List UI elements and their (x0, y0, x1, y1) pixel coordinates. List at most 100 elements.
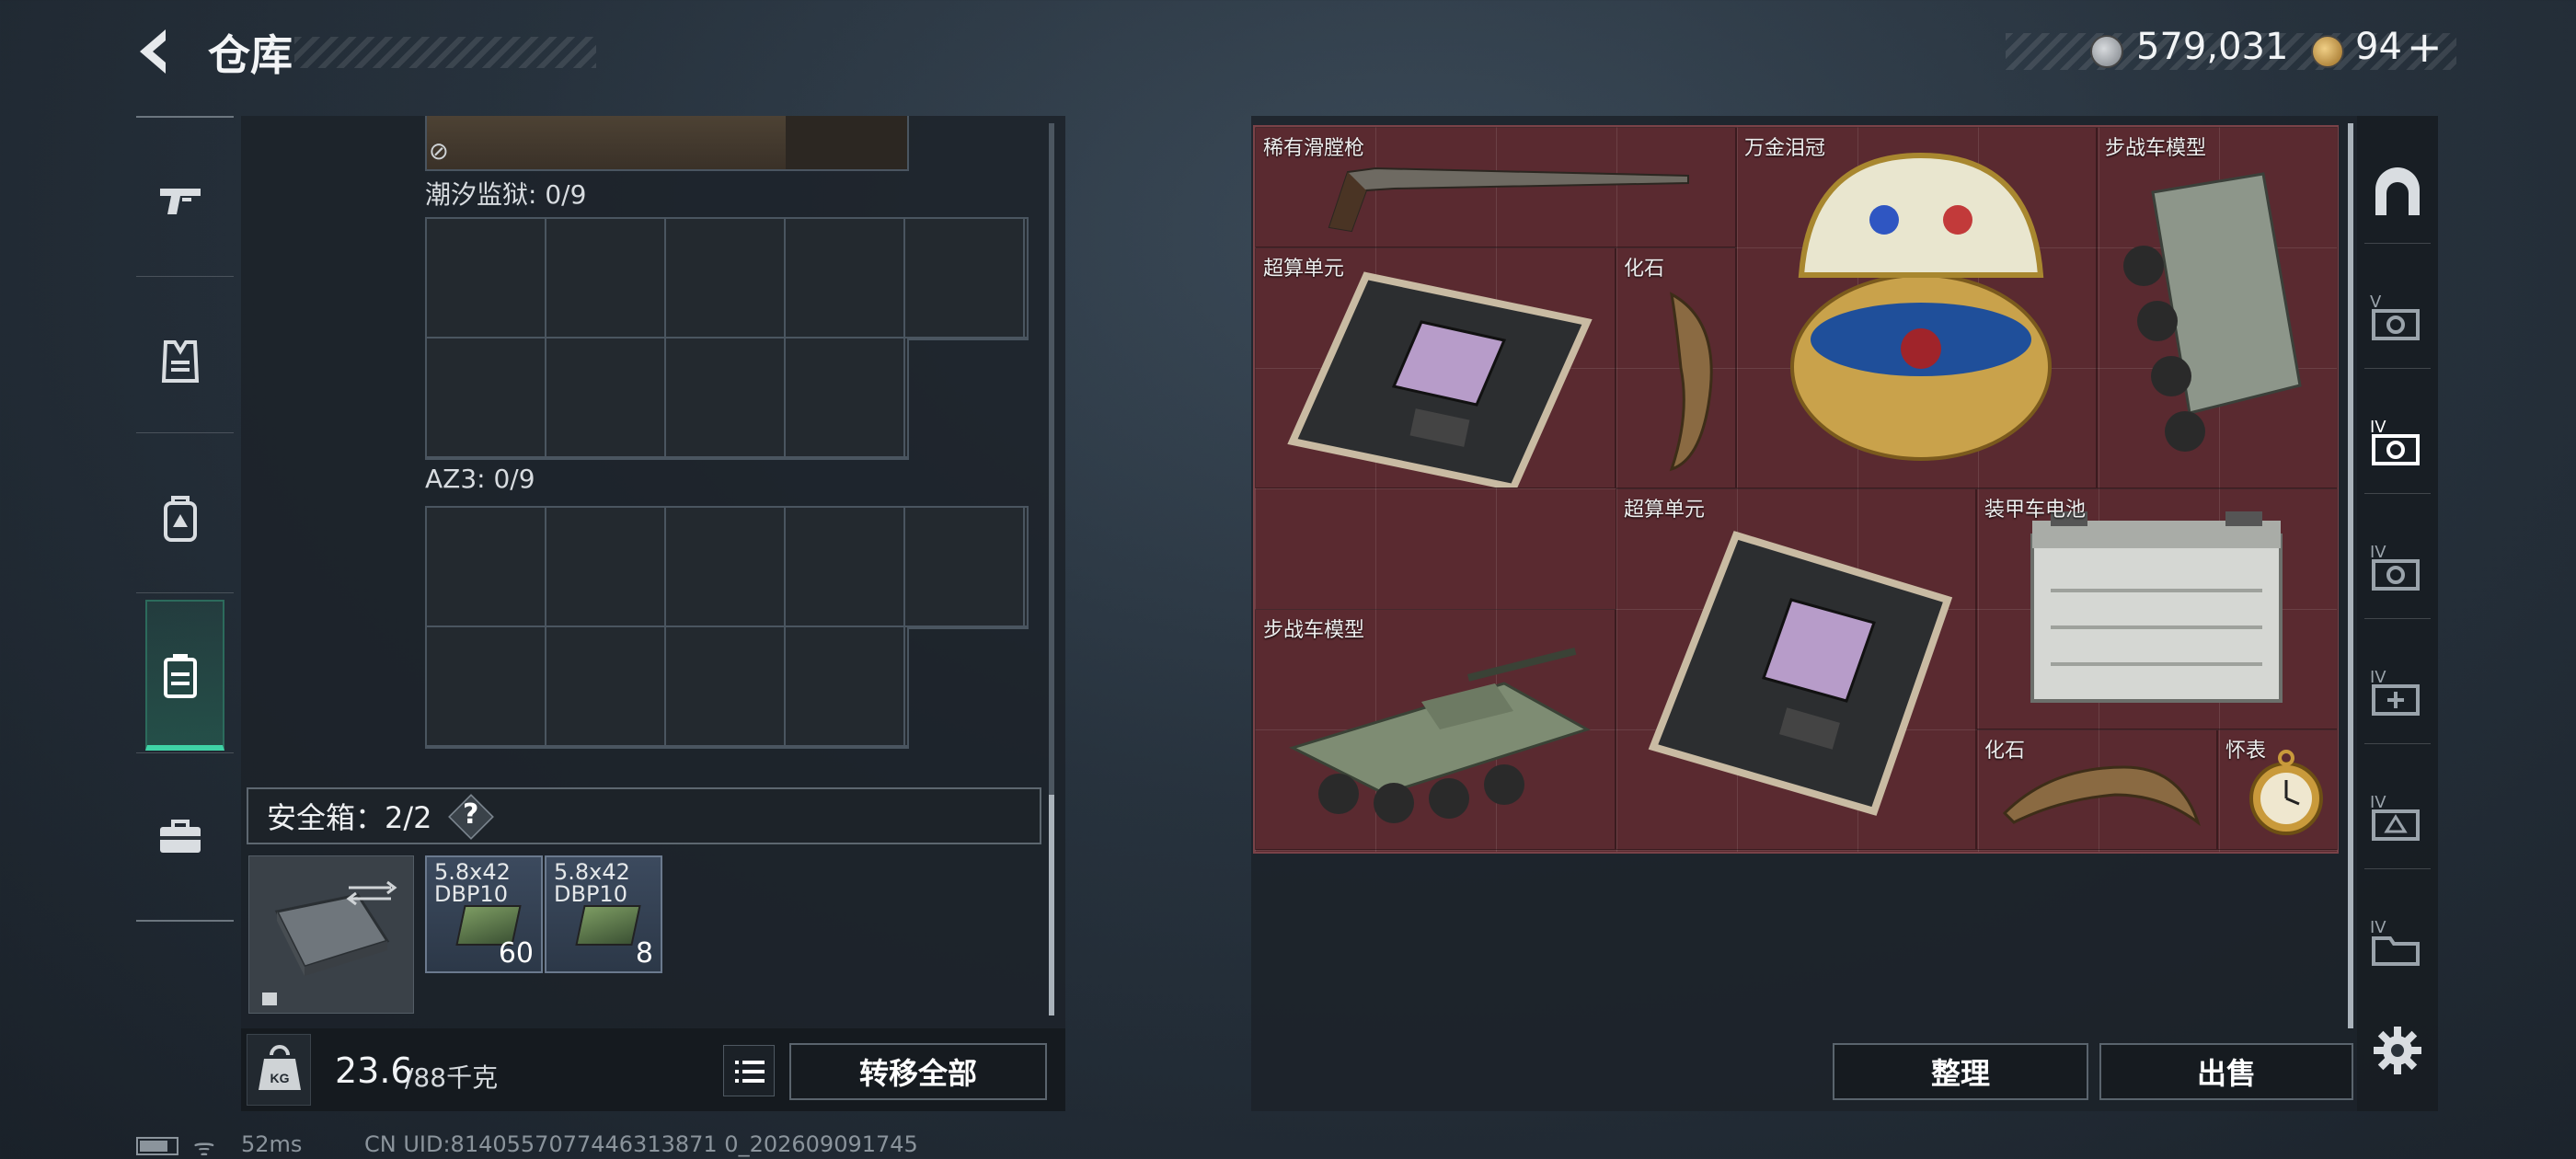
loot-item-compute-1[interactable]: 超算单元 (1255, 247, 1616, 488)
battery-status-icon (136, 1137, 178, 1155)
tab-container[interactable] (136, 607, 224, 745)
tab-safe-iv-active[interactable]: IV (2355, 401, 2440, 486)
tab-toolbox[interactable] (136, 767, 224, 905)
lock-slash-icon: ⊘ (429, 138, 449, 166)
coin-icon (2090, 35, 2123, 68)
ammo-slot-2[interactable]: 5.8x42 DBP10 8 (545, 855, 662, 973)
storage-scroll-thumb[interactable] (1049, 795, 1054, 1016)
weight-icon: KG (259, 1045, 301, 1090)
loot-label: 化石 (1624, 258, 1665, 281)
back-arrow-icon (140, 29, 166, 74)
weight-icon-box: KG (247, 1034, 311, 1106)
svg-text:KG: KG (270, 1071, 290, 1085)
currency1-value: 579,031 (2136, 26, 2289, 68)
section2-grid-row2[interactable] (425, 625, 909, 749)
loot-item-pocket-watch[interactable]: 怀表 (2217, 729, 2338, 850)
safe-icon: IV (2370, 543, 2420, 591)
ammo-name-1b: DBP10 (434, 881, 508, 907)
loot-label: 超算单元 (1263, 258, 1345, 281)
safebox-label: 安全箱：2/2 (267, 800, 432, 835)
container-icon (164, 654, 197, 698)
safebox-case[interactable] (248, 855, 414, 1014)
tab-safe-iv[interactable]: IV (2355, 526, 2440, 611)
toolbox-icon (160, 820, 201, 853)
svg-text:IV: IV (2370, 918, 2386, 937)
svg-text:IV: IV (2370, 668, 2386, 687)
tab-safe-v[interactable]: V (2355, 276, 2440, 361)
ammo-name-2b: DBP10 (554, 881, 627, 907)
weight-current: 23.6 (335, 1050, 413, 1091)
tab-vault[interactable] (2355, 151, 2440, 235)
ammo-box-icon (575, 905, 641, 946)
sort-button[interactable]: 整理 (1833, 1043, 2088, 1100)
section2-grid[interactable] (425, 506, 1029, 629)
tab-backpack[interactable] (136, 451, 224, 589)
loot-label: 步战车模型 (1263, 619, 1365, 642)
loot-scrollbar[interactable] (2348, 123, 2353, 1028)
list-view-button[interactable] (723, 1045, 775, 1096)
loot-label: 化石 (1984, 740, 2026, 763)
loot-grid[interactable]: 稀有滑膛枪 万金泪冠 步战车模型 超算单元 化石 超算单元 装甲车电池 步战车模… (1253, 125, 2339, 854)
page-title: 仓库 (208, 30, 293, 80)
loot-label: 装甲车电池 (1984, 499, 2087, 522)
title-decoration (294, 37, 596, 68)
circuit-board-icon (1287, 271, 1593, 488)
svg-text:IV: IV (2370, 543, 2386, 562)
partial-item[interactable] (427, 116, 786, 169)
svg-text:IV: IV (2370, 793, 2386, 812)
jeweled-egg-icon (1790, 152, 2052, 461)
svg-text:IV: IV (2370, 418, 2386, 437)
loot-item-musket[interactable]: 稀有滑膛枪 (1255, 127, 1736, 247)
loot-item-fossil-1[interactable]: 化石 (1616, 247, 1736, 488)
add-currency-button[interactable]: + (2407, 22, 2443, 72)
loot-item-compute-2[interactable]: 超算单元 (1616, 488, 1976, 850)
tab-armor[interactable] (136, 293, 224, 430)
currency2-value: 94 (2355, 26, 2402, 68)
tab-weapons[interactable] (136, 131, 224, 269)
loot-item-battery[interactable]: 装甲车电池 (1976, 488, 2338, 729)
list-icon (735, 1061, 765, 1083)
circuit-board-icon (1648, 531, 1953, 816)
section1-grid[interactable] (425, 217, 1029, 340)
tab-medkit-iv[interactable]: IV (2355, 651, 2440, 736)
loot-item-ifv-model-2[interactable]: 步战车模型 (1255, 609, 1616, 850)
medkit-icon: IV (2370, 668, 2420, 716)
uid-text: CN UID:8140557077446313871 0_20260909174… (364, 1131, 918, 1157)
armor-icon: IV (2370, 793, 2420, 841)
loot-item-egg[interactable]: 万金泪冠 (1736, 127, 2097, 488)
loot-item-fossil-2[interactable]: 化石 (1976, 729, 2217, 850)
ping-text: 52ms (241, 1131, 303, 1157)
help-icon: ? (463, 798, 479, 831)
weight-max: /88千克 (405, 1062, 499, 1093)
transfer-all-button[interactable]: 转移全部 (789, 1043, 1047, 1100)
folder-icon: IV (2370, 918, 2420, 966)
loot-item-ifv-model[interactable]: 步战车模型 (2097, 127, 2338, 488)
safebox-case-icon (262, 880, 397, 1005)
bond-icon (2311, 35, 2344, 68)
back-button[interactable] (129, 24, 184, 79)
ammo-count-2: 8 (635, 937, 653, 970)
gear-icon (2374, 1027, 2421, 1074)
ifv-model-icon (2123, 172, 2302, 452)
settings-button[interactable] (2355, 1008, 2440, 1093)
ifv-model-icon (1288, 647, 1591, 823)
loot-label: 稀有滑膛枪 (1263, 137, 1365, 160)
section1-grid-row2[interactable] (425, 337, 909, 460)
loot-label: 万金泪冠 (1744, 137, 1826, 160)
loot-label: 超算单元 (1624, 499, 1706, 522)
ammo-count-1: 60 (498, 937, 534, 970)
svg-text:V: V (2370, 293, 2382, 312)
vault-icon (2375, 167, 2420, 215)
ammo-slot-1[interactable]: 5.8x42 DBP10 60 (425, 855, 543, 973)
section1-label: 潮汐监狱: 0/9 (425, 179, 587, 210)
fossil-claw-icon (2002, 765, 2201, 827)
tab-armor-iv[interactable]: IV (2355, 776, 2440, 861)
loot-label: 怀表 (2225, 740, 2267, 763)
gun-icon (160, 189, 201, 214)
safe-icon: V (2370, 293, 2420, 340)
sell-button[interactable]: 出售 (2099, 1043, 2353, 1100)
tab-folder-iv[interactable]: IV (2355, 901, 2440, 986)
safe-icon: IV (2370, 418, 2420, 465)
battery-icon (2030, 511, 2283, 703)
wifi-icon: ᯤ (193, 1134, 215, 1159)
